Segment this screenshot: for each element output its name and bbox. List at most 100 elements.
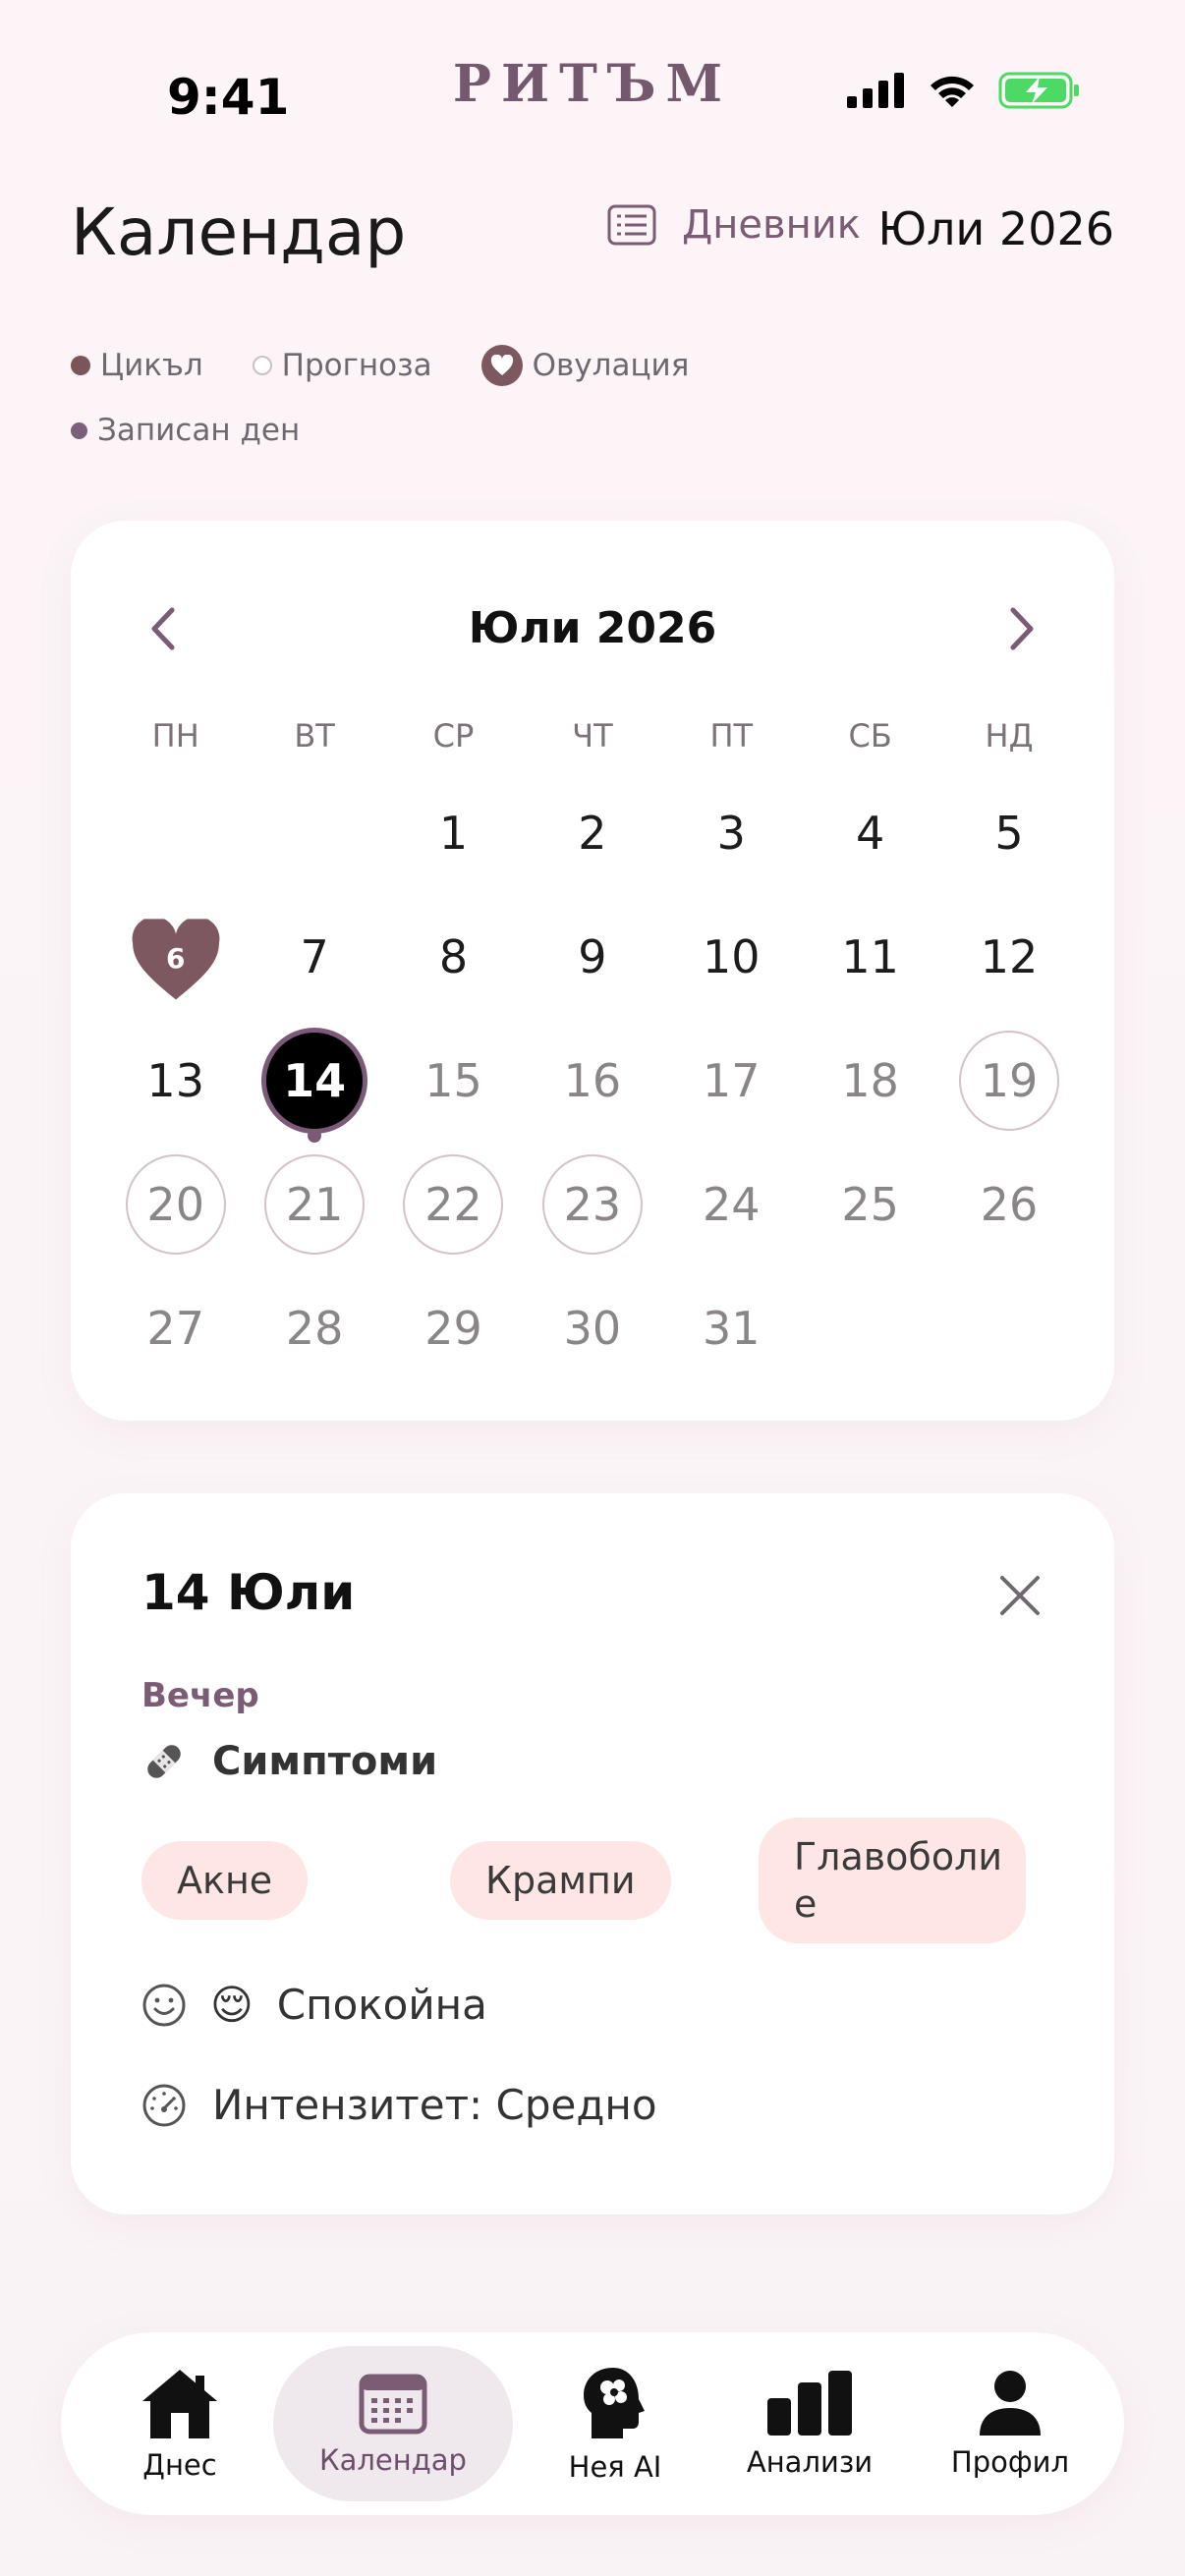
calendar-day-12[interactable]: 12: [939, 895, 1078, 1019]
status-icons: [847, 71, 1081, 110]
symptom-chip-acne[interactable]: Акне: [141, 1841, 309, 1920]
calendar-day-22[interactable]: 22: [384, 1143, 523, 1266]
calendar-day-1[interactable]: 1: [384, 771, 523, 895]
calendar-day-30[interactable]: 30: [523, 1266, 661, 1390]
close-detail-button[interactable]: [996, 1572, 1044, 1619]
intensity-row: Интензитет: Средно: [141, 2081, 657, 2129]
tab-analytics-label: Анализи: [746, 2445, 874, 2479]
tab-ai-label: Нея AI: [568, 2450, 662, 2484]
tab-bar: Днес Календар Нея AI Анализи Профил: [61, 2332, 1124, 2515]
calendar-day-10[interactable]: 10: [662, 895, 801, 1019]
chevron-right-icon: [1010, 607, 1034, 650]
calendar-day-3[interactable]: 3: [662, 771, 801, 895]
legend-ovulation-label: Овулация: [532, 348, 690, 383]
day-number: 21: [285, 1178, 344, 1231]
calendar-icon: [359, 2374, 427, 2435]
day-number: 23: [563, 1178, 622, 1231]
calendar-day-19[interactable]: 19: [939, 1019, 1078, 1143]
calendar-day-23[interactable]: 23: [523, 1143, 661, 1266]
brain-head-icon: [584, 2368, 645, 2438]
tab-today[interactable]: Днес: [106, 2346, 254, 2501]
calendar-day-15[interactable]: 15: [384, 1019, 523, 1143]
legend-forecast-label: Прогноза: [281, 348, 432, 383]
calendar-day-21[interactable]: 21: [245, 1143, 383, 1266]
day-number: 5: [994, 807, 1024, 860]
calendar-day-29[interactable]: 29: [384, 1266, 523, 1390]
calendar-day-14-selected[interactable]: 14: [245, 1019, 383, 1143]
journal-button[interactable]: Дневник: [607, 202, 861, 248]
day-number: 29: [424, 1302, 482, 1355]
symptom-chip-cramps[interactable]: Крампи: [450, 1841, 671, 1920]
day-number: 11: [841, 930, 899, 983]
calendar-day-18[interactable]: 18: [801, 1019, 939, 1143]
calendar-day-28[interactable]: 28: [245, 1266, 383, 1390]
calendar-day-8[interactable]: 8: [384, 895, 523, 1019]
day-number: 26: [980, 1178, 1039, 1231]
day-number: 2: [578, 807, 607, 860]
day-number: 31: [702, 1302, 761, 1355]
day-number: 14: [283, 1054, 347, 1107]
day-number: 3: [716, 807, 746, 860]
calendar-day-16[interactable]: 16: [523, 1019, 661, 1143]
day-number: 28: [285, 1302, 344, 1355]
weekday-thu: ЧТ: [572, 717, 613, 755]
calendar-month-title: Юли 2026: [468, 603, 717, 653]
calendar-day-6[interactable]: 6: [106, 895, 245, 1019]
header-month: Юли 2026: [877, 202, 1114, 255]
day-number: 4: [856, 807, 885, 860]
calendar-day-31[interactable]: 31: [662, 1266, 801, 1390]
day-number: 17: [702, 1054, 761, 1107]
calendar-day-5[interactable]: 5: [939, 771, 1078, 895]
next-month-button[interactable]: [983, 589, 1061, 668]
close-icon: [1000, 1576, 1040, 1615]
weekday-fri: ПТ: [709, 717, 754, 755]
cycle-dot-icon: [71, 356, 90, 375]
day-number: 27: [146, 1302, 204, 1355]
calendar-card: Юли 2026 ПН ВТ СР ЧТ ПТ СБ НД 1 2 3 4 5 …: [71, 521, 1114, 1421]
weekday-header: ПН ВТ СР ЧТ ПТ СБ НД: [106, 717, 1079, 755]
calendar-day-26[interactable]: 26: [939, 1143, 1078, 1266]
page-title: Календар: [71, 195, 407, 270]
calendar-day-17[interactable]: 17: [662, 1019, 801, 1143]
day-number: 19: [980, 1054, 1039, 1107]
calendar-day-20[interactable]: 20: [106, 1143, 245, 1266]
calendar-day-2[interactable]: 2: [523, 771, 661, 895]
day-number: 13: [146, 1054, 204, 1107]
tab-profile-label: Профил: [950, 2445, 1070, 2479]
home-icon: [142, 2370, 217, 2438]
calendar-day-13[interactable]: 13: [106, 1019, 245, 1143]
day-detail-card: 14 Юли Вечер Симптоми Акне Крампи Главоб…: [71, 1493, 1114, 2214]
tab-analytics[interactable]: Анализи: [731, 2346, 888, 2501]
symptoms-header: Симптоми: [141, 1739, 437, 1784]
legend: Цикъл Прогноза Овулация Записан ден: [71, 344, 955, 452]
bar-chart-icon: [767, 2371, 852, 2436]
mood-emoji: 😌: [210, 1981, 254, 2029]
profile-icon: [980, 2371, 1041, 2436]
day-number: 9: [578, 930, 607, 983]
calendar-header: Юли 2026: [71, 589, 1114, 668]
calendar-day-25[interactable]: 25: [801, 1143, 939, 1266]
calendar-day-27[interactable]: 27: [106, 1266, 245, 1390]
journal-icon: [607, 204, 656, 246]
smiley-icon: [142, 1984, 186, 2026]
calendar-empty-cell: [106, 771, 245, 895]
tab-ai[interactable]: Нея AI: [536, 2346, 694, 2501]
forecast-dot-icon: [252, 356, 272, 375]
tab-calendar[interactable]: Календар: [273, 2346, 513, 2501]
detail-date: 14 Юли: [141, 1564, 356, 1621]
calendar-day-4[interactable]: 4: [801, 771, 939, 895]
tab-profile[interactable]: Профил: [930, 2346, 1091, 2501]
day-number: 12: [980, 930, 1039, 983]
legend-logged: Записан ден: [71, 413, 300, 448]
symptom-chip-headache[interactable]: Главоболи е: [759, 1818, 1026, 1943]
weekday-tue: ВТ: [294, 717, 335, 755]
tab-today-label: Днес: [142, 2448, 217, 2482]
day-number: 24: [702, 1178, 761, 1231]
weekday-sat: СБ: [848, 717, 892, 755]
calendar-day-7[interactable]: 7: [245, 895, 383, 1019]
calendar-day-24[interactable]: 24: [662, 1143, 801, 1266]
day-number: 15: [424, 1054, 482, 1107]
calendar-day-9[interactable]: 9: [523, 895, 661, 1019]
legend-cycle: Цикъл: [71, 348, 203, 383]
calendar-day-11[interactable]: 11: [801, 895, 939, 1019]
